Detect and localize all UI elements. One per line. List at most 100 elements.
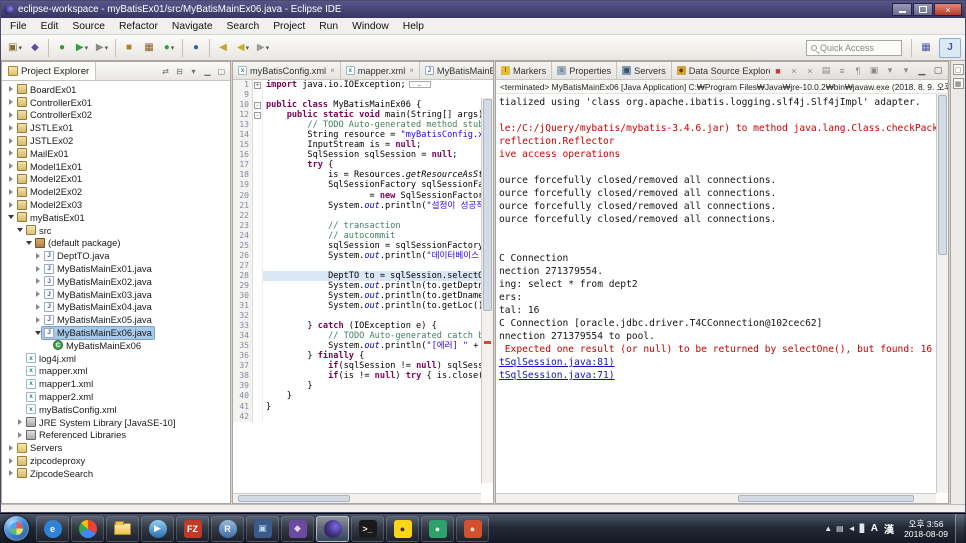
tree-item-jstlex01[interactable]: JSTLEx01 xyxy=(2,121,230,134)
tree-item-controllerex01[interactable]: ControllerEx01 xyxy=(2,96,230,109)
line-number[interactable]: 14 xyxy=(233,130,253,141)
show-desktop-button[interactable] xyxy=(955,514,964,543)
line-number[interactable]: 27 xyxy=(233,260,253,271)
tree-item-mailex01[interactable]: MailEx01 xyxy=(2,147,230,160)
open-console-button[interactable]: ▾ xyxy=(899,64,913,78)
new-package-button[interactable]: ▦ xyxy=(139,38,159,58)
code-line-18[interactable]: 18 is = Resources.getResourceAsSt xyxy=(233,170,481,181)
code-line-12[interactable]: 12- public static void main(String[] arg… xyxy=(233,110,481,121)
last-edit-location-button[interactable]: ◀ xyxy=(213,38,233,58)
tree-collapsed-arrow-icon[interactable] xyxy=(33,290,42,299)
console-scroll-thumb[interactable] xyxy=(938,95,947,255)
back-button[interactable]: ◀ ▾ xyxy=(233,38,253,58)
tree-item-referenced-libraries[interactable]: Referenced Libraries xyxy=(2,429,230,442)
code-line-26[interactable]: 26 System.out.println("데이터베이스 연 xyxy=(233,250,481,261)
console-horizontal-scrollbar[interactable] xyxy=(496,493,936,503)
tree-collapsed-arrow-icon[interactable] xyxy=(33,302,42,311)
tab-data-source-explorer[interactable]: ◆ Data Source Explorer xyxy=(671,62,770,79)
line-number[interactable]: 25 xyxy=(233,240,253,251)
line-number[interactable]: 40 xyxy=(233,391,253,402)
collapse-all-icon[interactable]: ⊟ xyxy=(173,65,186,78)
line-number[interactable]: 36 xyxy=(233,351,253,362)
display-selected-console-button[interactable]: ▾ xyxy=(883,64,897,78)
tree-expanded-arrow-icon[interactable] xyxy=(24,238,33,247)
line-number[interactable]: 15 xyxy=(233,140,253,151)
tree-item-mybatismainex04-java[interactable]: J MyBatisMainEx04.java xyxy=(2,301,230,314)
taskbar-green-app-button[interactable]: ● xyxy=(421,515,454,542)
tray-expand-icon[interactable]: ▲ xyxy=(824,524,832,533)
tree-item-mybatismainex06[interactable]: C MyBatisMainEx06 xyxy=(2,339,230,352)
open-view-icon[interactable]: ▦ xyxy=(952,78,964,89)
console-vertical-scrollbar[interactable] xyxy=(936,94,948,493)
code-line-22[interactable]: 22 xyxy=(233,210,481,221)
ime-indicator-1[interactable]: 漢 xyxy=(884,521,894,536)
tree-item-src[interactable]: src xyxy=(2,224,230,237)
taskbar-internet-explorer-button[interactable]: e xyxy=(36,515,69,542)
maximize-button[interactable] xyxy=(913,3,933,16)
stop-button[interactable]: ■ xyxy=(771,64,785,78)
line-number[interactable]: 20 xyxy=(233,190,253,201)
tree-item-controllerex02[interactable]: ControllerEx02 xyxy=(2,109,230,122)
line-number[interactable]: 13 xyxy=(233,120,253,131)
tree-item-model2ex03[interactable]: Model2Ex03 xyxy=(2,198,230,211)
tree-item-default-package[interactable]: (default package) xyxy=(2,237,230,250)
code-line-9[interactable]: 9 xyxy=(233,90,481,101)
tree-item-jstlex02[interactable]: JSTLEx02 xyxy=(2,134,230,147)
clear-console-button[interactable]: ▤ xyxy=(819,64,833,78)
tree-collapsed-arrow-icon[interactable] xyxy=(6,187,15,196)
editor-scroll-thumb[interactable] xyxy=(483,99,492,311)
ime-indicator-0[interactable]: A xyxy=(871,523,878,534)
tree-item-boardex01[interactable]: BoardEx01 xyxy=(2,83,230,96)
line-number[interactable]: 29 xyxy=(233,280,253,291)
line-number[interactable]: 38 xyxy=(233,371,253,382)
tree-collapsed-arrow-icon[interactable] xyxy=(6,469,15,478)
tree-item-mybatismainex03-java[interactable]: J MyBatisMainEx03.java xyxy=(2,288,230,301)
code-line-20[interactable]: 20 = new SqlSessionFactoryBui xyxy=(233,190,481,201)
tree-item-servers[interactable]: Servers xyxy=(2,441,230,454)
tree-expanded-arrow-icon[interactable] xyxy=(33,328,42,337)
debug-button[interactable]: ● xyxy=(52,38,72,58)
menu-help[interactable]: Help xyxy=(396,21,431,32)
code-line-27[interactable]: 27 xyxy=(233,260,481,271)
code-line-15[interactable]: 15 InputStream is = null; xyxy=(233,140,481,151)
tree-collapsed-arrow-icon[interactable] xyxy=(33,277,42,286)
code-line-19[interactable]: 19 SqlSessionFactory sqlSessionFa xyxy=(233,180,481,191)
line-number[interactable]: 41 xyxy=(233,401,253,412)
save-button[interactable]: ◆ xyxy=(25,38,45,58)
code-line-10[interactable]: 10- public class MyBatisMainEx06 { xyxy=(233,100,481,111)
tab-project-explorer[interactable]: Project Explorer xyxy=(2,62,97,80)
line-number[interactable]: 42 xyxy=(233,411,253,422)
menu-window[interactable]: Window xyxy=(345,21,396,32)
line-number[interactable]: 12 xyxy=(233,110,253,121)
tree-collapsed-arrow-icon[interactable] xyxy=(33,264,42,273)
code-line-30[interactable]: 30 System.out.println(to.getDname xyxy=(233,290,481,302)
close-tab-icon[interactable]: × xyxy=(409,66,414,75)
start-button[interactable] xyxy=(4,516,29,541)
fold-marker[interactable]: - xyxy=(253,100,263,111)
stack-trace-link[interactable]: tSqlSession.java:81) xyxy=(499,356,936,369)
fold-marker[interactable]: - xyxy=(253,110,263,121)
view-menu-icon[interactable]: ▾ xyxy=(187,65,200,78)
taskbar-blue-app-button[interactable]: ▣ xyxy=(246,515,279,542)
tree-collapsed-arrow-icon[interactable] xyxy=(6,85,15,94)
line-number[interactable]: 30 xyxy=(233,290,253,302)
code-line-31[interactable]: 31 System.out.println(to.getLoc() xyxy=(233,301,481,312)
line-number[interactable]: 17 xyxy=(233,160,253,171)
taskbar-r-app-button[interactable]: R xyxy=(211,515,244,542)
editor-tab-mybatisconfig-xml[interactable]: x myBatisConfig.xml × xyxy=(233,62,341,79)
network-icon[interactable]: ▊ xyxy=(860,524,866,533)
fold-marker[interactable]: + xyxy=(253,80,263,91)
line-number[interactable]: 32 xyxy=(233,311,253,322)
line-number[interactable]: 31 xyxy=(233,301,253,312)
tree-collapsed-arrow-icon[interactable] xyxy=(6,110,15,119)
tree-collapsed-arrow-icon[interactable] xyxy=(33,315,42,324)
stack-trace-link[interactable]: tSqlSession.java:71) xyxy=(499,369,936,382)
run-button[interactable]: ▶ ▾ xyxy=(72,38,92,58)
line-number[interactable]: 21 xyxy=(233,200,253,211)
tree-item-model2ex01[interactable]: Model2Ex01 xyxy=(2,173,230,186)
code-line-37[interactable]: 37 if(sqlSession != null) sqlSess xyxy=(233,361,481,372)
new-wizard-button[interactable]: ▣ ▾ xyxy=(5,38,25,58)
tree-item-mybatisconfig-xml[interactable]: x myBatisConfig.xml xyxy=(2,403,230,416)
tree-item-model2ex02[interactable]: Model2Ex02 xyxy=(2,185,230,198)
tree-collapsed-arrow-icon[interactable] xyxy=(6,149,15,158)
